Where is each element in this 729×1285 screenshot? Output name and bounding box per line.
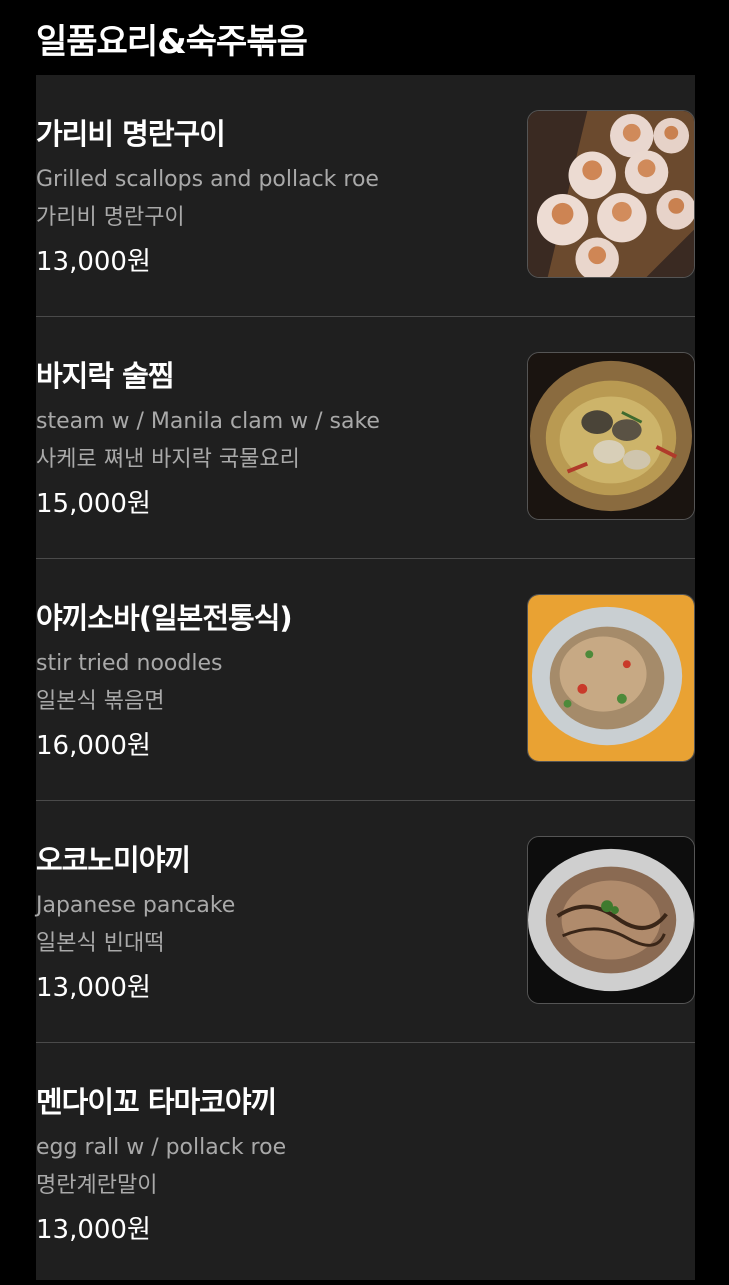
- menu-item-name: 오코노미야끼: [36, 843, 191, 877]
- menu-item-description-en: steam w / Manila clam w / sake: [36, 409, 380, 434]
- menu-item-description-ko: 일본식 볶음면: [36, 689, 165, 714]
- category-header: 일품요리&숙주볶음: [0, 0, 729, 75]
- menu-item-price: 15,000원: [36, 489, 151, 519]
- menu-item-name: 바지락 술찜: [36, 359, 174, 393]
- menu-item-name: 멘다이꼬 타마코야끼: [36, 1085, 277, 1119]
- menu-item[interactable]: 바지락 술찜 steam w / Manila clam w / sake 사케…: [36, 317, 695, 559]
- menu-item-price: 13,000원: [36, 973, 151, 1003]
- okonomiyaki-dish-photo[interactable]: [527, 836, 695, 1004]
- menu-item-description-en: egg rall w / pollack roe: [36, 1135, 287, 1160]
- menu-item[interactable]: 야끼소바(일본전통식) stir tried noodles 일본식 볶음면 1…: [36, 559, 695, 801]
- menu-item-description-ko: 일본식 빈대떡: [36, 931, 165, 956]
- menu-item-description-ko: 사케로 쪄낸 바지락 국물요리: [36, 447, 300, 472]
- menu-item-description-ko: 명란계란말이: [36, 1173, 158, 1198]
- menu-item-description-ko: 가리비 명란구이: [36, 205, 185, 230]
- menu-item-name: 가리비 명란구이: [36, 117, 226, 151]
- menu-item[interactable]: 멘다이꼬 타마코야끼 egg rall w / pollack roe 명란계란…: [36, 1043, 695, 1285]
- menu-item-description-en: Grilled scallops and pollack roe: [36, 167, 379, 192]
- menu-item-description-en: Japanese pancake: [36, 893, 236, 918]
- clam-dish-photo[interactable]: [527, 352, 695, 520]
- menu-item-price: 13,000원: [36, 247, 151, 277]
- menu-item[interactable]: 가리비 명란구이 Grilled scallops and pollack ro…: [36, 75, 695, 317]
- menu-item-name: 야끼소바(일본전통식): [36, 601, 293, 635]
- menu-item-price: 13,000원: [36, 1215, 151, 1245]
- menu-item[interactable]: 오코노미야끼 Japanese pancake 일본식 빈대떡 13,000원: [36, 801, 695, 1043]
- menu-list: 가리비 명란구이 Grilled scallops and pollack ro…: [36, 75, 695, 1280]
- category-title: 일품요리&숙주볶음: [36, 22, 308, 62]
- scallop-dish-photo[interactable]: [527, 110, 695, 278]
- yakisoba-dish-photo[interactable]: [527, 594, 695, 762]
- menu-item-price: 16,000원: [36, 731, 151, 761]
- menu-item-description-en: stir tried noodles: [36, 651, 223, 676]
